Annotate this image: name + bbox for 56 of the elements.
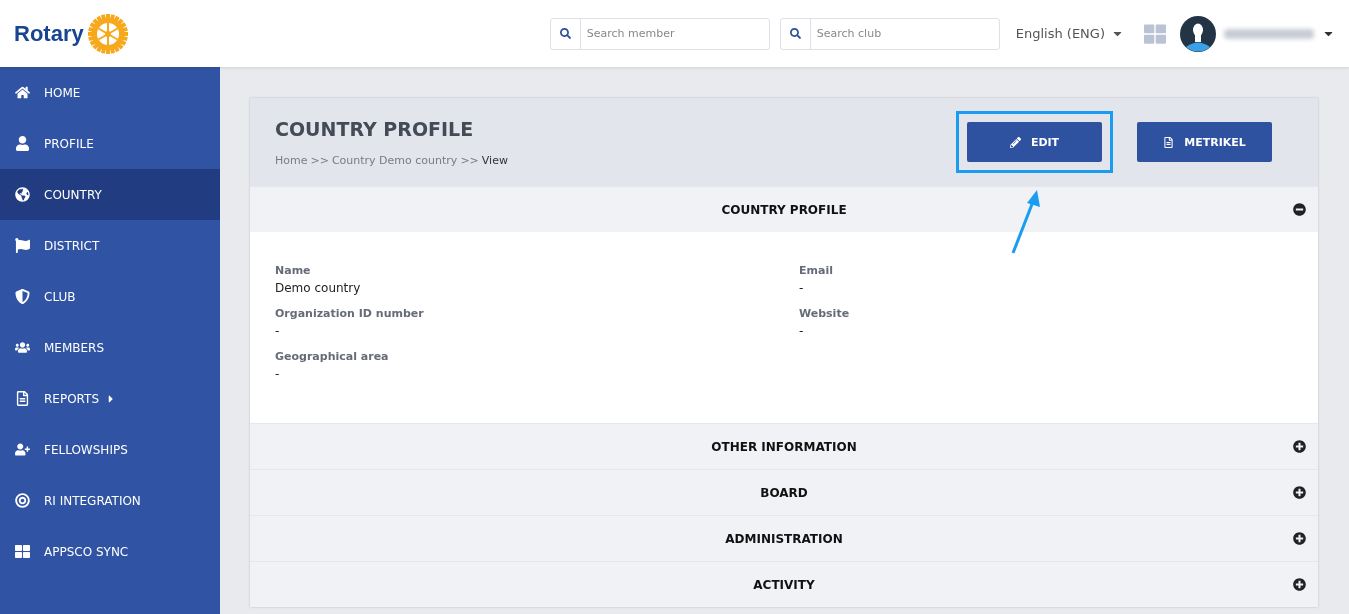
document-icon: [15, 391, 30, 406]
sidebar-item[interactable]: COUNTRY: [0, 169, 220, 220]
sidebar-item[interactable]: DISTRICT: [0, 220, 220, 271]
search-field[interactable]: Search member: [549, 17, 770, 50]
field-value: -: [275, 324, 281, 338]
pencil-icon: [1009, 136, 1021, 148]
gear-wheel-icon: [87, 13, 128, 54]
expand-icon: [1293, 486, 1306, 499]
breadcrumb-current: View: [481, 153, 508, 167]
section-header[interactable]: COUNTRY PROFILE: [250, 186, 1318, 232]
field-value: -: [799, 324, 805, 338]
section-header[interactable]: BOARD: [250, 469, 1318, 515]
page-title: COUNTRY PROFILE: [275, 117, 475, 140]
field-label: Website: [799, 307, 851, 320]
field-label: Name: [275, 264, 312, 277]
user-plus-icon: [15, 442, 30, 457]
target-icon: [15, 493, 30, 508]
field-value: Demo country: [275, 281, 362, 295]
action-button[interactable]: METRIKEL: [1137, 122, 1272, 162]
field-label: Email: [799, 264, 834, 277]
sidebar-item[interactable]: CLUB: [0, 271, 220, 322]
home-icon: [15, 85, 30, 100]
expand-icon: [1293, 578, 1306, 591]
field-label: Organization ID number: [275, 307, 425, 320]
language-dropdown[interactable]: English (ENG): [1009, 26, 1130, 41]
sidebar-item[interactable]: MEMBERS: [0, 322, 220, 373]
breadcrumb-separator: >>: [310, 153, 329, 167]
expand-icon: [1293, 532, 1306, 545]
search-icon: [789, 28, 801, 39]
section-header[interactable]: OTHER INFORMATION: [250, 423, 1318, 469]
document-icon: [1163, 136, 1175, 148]
logo-text: Rotary: [14, 20, 84, 47]
users-icon: [15, 340, 30, 355]
avatar-icon[interactable]: [1180, 15, 1216, 52]
field-label: Geographical area: [275, 350, 390, 363]
expand-icon: [1293, 440, 1306, 453]
shield-icon: [15, 289, 30, 304]
grid-icon: [15, 544, 30, 559]
user-icon: [15, 136, 30, 151]
sidebar-item[interactable]: HOME: [0, 67, 220, 118]
field-value: -: [799, 281, 805, 295]
breadcrumb-separator: >>: [460, 153, 479, 167]
search-field[interactable]: Search club: [779, 17, 1000, 50]
section-header[interactable]: ACTIVITY: [250, 561, 1318, 607]
globe-icon: [15, 187, 30, 202]
action-button[interactable]: EDIT: [967, 122, 1102, 162]
collapse-icon: [1293, 203, 1306, 216]
search-icon: [559, 28, 571, 39]
sidebar-item[interactable]: REPORTS: [0, 373, 220, 424]
sidebar-item[interactable]: PROFILE: [0, 118, 220, 169]
flag-icon: [15, 238, 30, 253]
sidebar-item[interactable]: FELLOWSHIPS: [0, 424, 220, 475]
section-header[interactable]: ADMINISTRATION: [250, 515, 1318, 561]
field-value: -: [275, 367, 281, 381]
sidebar-item[interactable]: APPSCO SYNC: [0, 526, 220, 577]
sidebar-item[interactable]: RI INTEGRATION: [0, 475, 220, 526]
